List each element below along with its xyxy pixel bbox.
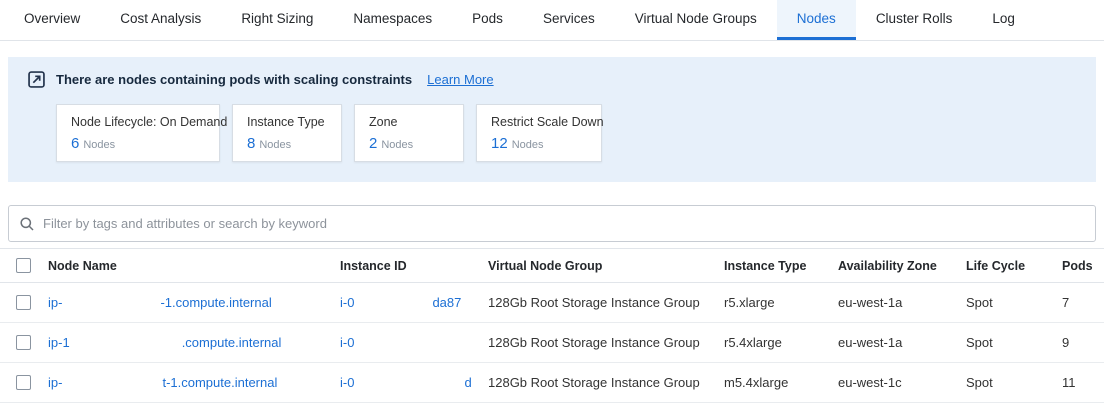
availability-zone-cell: eu-west-1a <box>838 335 966 350</box>
tab-pods[interactable]: Pods <box>452 0 523 40</box>
column-header-pods: Pods <box>1062 259 1104 273</box>
pods-cell: 7 <box>1062 295 1104 310</box>
instance-id-cell: i-0 da87 <box>340 295 488 310</box>
life-cycle-cell: Spot <box>966 375 1062 390</box>
instance-id-cell: i-0 <box>340 335 488 350</box>
node-name-cell: ip- -1.compute.internal <box>48 295 340 310</box>
availability-zone-cell: eu-west-1a <box>838 295 966 310</box>
table-row: ip-1 .compute.internal i-0 128Gb Root Sto… <box>0 323 1104 363</box>
card-unit: Nodes <box>512 139 544 151</box>
tab-log[interactable]: Log <box>972 0 1035 40</box>
card-count: 6 <box>71 135 79 152</box>
pods-cell: 11 <box>1062 375 1104 390</box>
tab-cost-analysis[interactable]: Cost Analysis <box>100 0 221 40</box>
table-header-row: Node Name Instance ID Virtual Node Group… <box>0 248 1104 283</box>
node-name-cell: ip-t-1.compute.internal <box>48 375 340 390</box>
card-title: Instance Type <box>247 115 327 129</box>
constraint-card-instance-type[interactable]: Instance Type 8 Nodes <box>232 104 342 162</box>
virtual-node-group-cell: 128Gb Root Storage Instance Group <box>488 295 724 310</box>
table-row: ip-t-1.compute.internal i-0 d 128Gb Root … <box>0 363 1104 403</box>
scaling-constraints-banner: There are nodes containing pods with sca… <box>8 57 1096 182</box>
tab-services[interactable]: Services <box>523 0 615 40</box>
scaling-constraint-icon <box>28 71 45 88</box>
cluster-tab-bar: Overview Cost Analysis Right Sizing Name… <box>0 0 1104 41</box>
instance-id-link[interactable]: da87 <box>432 295 461 310</box>
column-header-life-cycle: Life Cycle <box>966 259 1062 273</box>
instance-type-cell: m5.4xlarge <box>724 375 838 390</box>
node-name-link[interactable]: t-1.compute.internal <box>162 375 277 390</box>
column-header-node-name: Node Name <box>48 259 340 273</box>
instance-type-cell: r5.4xlarge <box>724 335 838 350</box>
instance-id-link[interactable]: i-0 <box>340 335 354 350</box>
node-name-link[interactable]: ip- <box>48 295 62 310</box>
node-name-link[interactable]: ip-1 <box>48 335 70 350</box>
tab-virtual-node-groups[interactable]: Virtual Node Groups <box>615 0 777 40</box>
node-name-link[interactable]: ip- <box>48 375 62 390</box>
column-header-virtual-node-group: Virtual Node Group <box>488 259 724 273</box>
banner-message: There are nodes containing pods with sca… <box>56 72 412 87</box>
column-header-availability-zone: Availability Zone <box>838 259 966 273</box>
node-name-cell: ip-1 .compute.internal <box>48 335 340 350</box>
nodes-table: Node Name Instance ID Virtual Node Group… <box>0 248 1104 403</box>
tab-namespaces[interactable]: Namespaces <box>333 0 452 40</box>
constraint-card-node-lifecycle[interactable]: Node Lifecycle: On Demand 6 Nodes <box>56 104 220 162</box>
row-checkbox[interactable] <box>16 375 31 390</box>
instance-id-link[interactable]: i-0 <box>340 375 354 390</box>
column-header-instance-type: Instance Type <box>724 259 838 273</box>
card-title: Zone <box>369 115 449 129</box>
virtual-node-group-cell: 128Gb Root Storage Instance Group <box>488 335 724 350</box>
select-all-checkbox[interactable] <box>16 258 31 273</box>
instance-type-cell: r5.xlarge <box>724 295 838 310</box>
tab-cluster-rolls[interactable]: Cluster Rolls <box>856 0 973 40</box>
card-title: Restrict Scale Down <box>491 115 587 129</box>
card-unit: Nodes <box>381 139 413 151</box>
pods-cell: 9 <box>1062 335 1104 350</box>
row-checkbox[interactable] <box>16 335 31 350</box>
card-count: 8 <box>247 135 255 152</box>
availability-zone-cell: eu-west-1c <box>838 375 966 390</box>
virtual-node-group-cell: 128Gb Root Storage Instance Group <box>488 375 724 390</box>
search-icon <box>19 216 35 232</box>
card-count: 2 <box>369 135 377 152</box>
card-count: 12 <box>491 135 508 152</box>
row-checkbox[interactable] <box>16 295 31 310</box>
constraint-card-restrict-scale-down[interactable]: Restrict Scale Down 12 Nodes <box>476 104 602 162</box>
instance-id-link[interactable]: i-0 <box>340 295 354 310</box>
constraint-card-zone[interactable]: Zone 2 Nodes <box>354 104 464 162</box>
card-unit: Nodes <box>83 139 115 151</box>
learn-more-link[interactable]: Learn More <box>427 72 493 87</box>
instance-id-cell: i-0 d <box>340 375 488 390</box>
constraint-cards: Node Lifecycle: On Demand 6 Nodes Instanc… <box>28 104 1076 162</box>
table-row: ip- -1.compute.internal i-0 da87 128Gb Roo… <box>0 283 1104 323</box>
tab-right-sizing[interactable]: Right Sizing <box>221 0 333 40</box>
node-name-link[interactable]: -1.compute.internal <box>160 295 271 310</box>
card-unit: Nodes <box>259 139 291 151</box>
card-title: Node Lifecycle: On Demand <box>71 115 205 129</box>
life-cycle-cell: Spot <box>966 335 1062 350</box>
filter-bar <box>8 205 1096 242</box>
column-header-instance-id: Instance ID <box>340 259 488 273</box>
instance-id-link[interactable]: d <box>464 375 471 390</box>
search-input[interactable] <box>43 216 1085 231</box>
node-name-link[interactable]: .compute.internal <box>182 335 282 350</box>
life-cycle-cell: Spot <box>966 295 1062 310</box>
tab-overview[interactable]: Overview <box>4 0 100 40</box>
tab-nodes[interactable]: Nodes <box>777 0 856 40</box>
